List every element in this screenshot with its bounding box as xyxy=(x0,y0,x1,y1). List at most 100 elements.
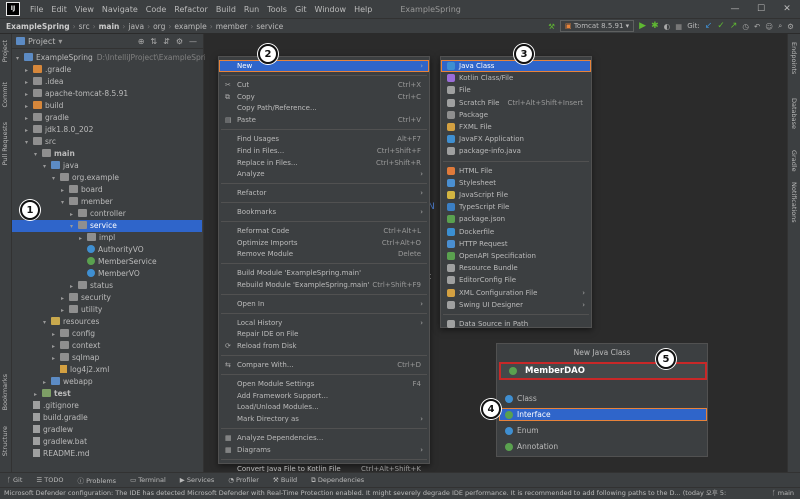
menu-item[interactable]: Swing UI Designer › xyxy=(441,299,591,311)
tree-item[interactable]: ▸ gradle xyxy=(12,112,202,124)
menu-item[interactable]: Kotlin Class/File xyxy=(441,72,591,84)
tree-item[interactable]: ▾ member xyxy=(12,196,202,208)
tree-item[interactable]: MemberVO xyxy=(12,268,202,280)
tab-todo[interactable]: ☰ TODO xyxy=(29,476,70,484)
tree-item[interactable]: ▸ .gradle xyxy=(12,64,202,76)
menu-item[interactable]: package-info.java xyxy=(441,145,591,157)
menu-item[interactable]: Reformat Code Ctrl+Alt+L xyxy=(219,225,429,237)
tool-window-project[interactable]: Project xyxy=(1,40,9,62)
menu-item[interactable]: Optimize Imports Ctrl+Alt+O xyxy=(219,237,429,249)
menu-item[interactable]: Replace in Files... Ctrl+Shift+R xyxy=(219,157,429,169)
breadcrumb-item[interactable]: service xyxy=(254,22,285,31)
menu-edit[interactable]: Edit xyxy=(47,5,71,14)
user-icon[interactable]: ☺ xyxy=(765,22,773,31)
kind-option-class[interactable]: Class xyxy=(499,392,707,405)
hammer-icon[interactable]: ⚒ xyxy=(548,22,555,31)
tool-window-bookmarks[interactable]: Bookmarks xyxy=(1,374,9,410)
kind-option-interface[interactable]: Interface xyxy=(499,408,707,421)
tree-item[interactable]: ▾ service xyxy=(12,220,202,232)
breadcrumb-item[interactable]: member xyxy=(214,22,250,31)
menu-item[interactable]: ▤ Paste Ctrl+V xyxy=(219,114,429,126)
stop-icon[interactable]: ■ xyxy=(675,22,682,31)
menu-item[interactable]: TypeScript File xyxy=(441,201,591,213)
menu-item[interactable]: Stylesheet xyxy=(441,177,591,189)
menu-item[interactable]: Package xyxy=(441,109,591,121)
menu-item[interactable]: FXML File xyxy=(441,121,591,133)
menu-view[interactable]: View xyxy=(71,5,98,14)
tab-problems[interactable]: ⓘ Problems xyxy=(71,475,124,485)
menu-item[interactable]: Build Module 'ExampleSpring.main' xyxy=(219,267,429,279)
tool-window-pull-requests[interactable]: Pull Requests xyxy=(1,122,9,165)
tree-item[interactable]: MemberService xyxy=(12,256,202,268)
menu-window[interactable]: Window xyxy=(311,5,351,14)
menu-item[interactable]: Bookmarks › xyxy=(219,206,429,218)
tree-item[interactable]: ▸ apache-tomcat-8.5.91 xyxy=(12,88,202,100)
menu-item[interactable]: Dockerfile xyxy=(441,226,591,238)
kind-option-annotation[interactable]: Annotation xyxy=(499,440,707,453)
tab-profiler[interactable]: ◔ Profiler xyxy=(221,476,266,484)
tool-window-endpoints[interactable]: Endpoints xyxy=(790,42,798,74)
menu-item[interactable]: Repair IDE on File xyxy=(219,328,429,340)
menu-file[interactable]: File xyxy=(26,5,47,14)
breadcrumb-item[interactable]: src xyxy=(77,22,92,31)
menu-item[interactable]: Refactor › xyxy=(219,187,429,199)
expand-all-icon[interactable]: ⇅ xyxy=(150,37,157,46)
project-panel-title[interactable]: Project xyxy=(28,37,55,46)
menu-git[interactable]: Git xyxy=(291,5,311,14)
menu-refactor[interactable]: Refactor xyxy=(170,5,212,14)
menu-help[interactable]: Help xyxy=(350,5,376,14)
menu-item[interactable]: ⟳ Reload from Disk xyxy=(219,340,429,352)
locate-icon[interactable]: ⊕ xyxy=(138,37,145,46)
menu-item[interactable]: JavaScript File xyxy=(441,189,591,201)
tree-item[interactable]: ▸ .idea xyxy=(12,76,202,88)
tree-item[interactable]: ▸ build xyxy=(12,100,202,112)
git-commit-icon[interactable]: ✓ xyxy=(717,21,725,31)
tree-item[interactable]: ▾ src xyxy=(12,136,202,148)
menu-item[interactable]: JavaFX Application xyxy=(441,133,591,145)
coverage-icon[interactable]: ◐ xyxy=(664,22,671,31)
breadcrumb-item[interactable]: example xyxy=(172,22,208,31)
menu-item[interactable]: Java Class xyxy=(441,60,591,72)
debug-icon[interactable]: ✱ xyxy=(651,21,659,31)
menu-item[interactable]: Open Module Settings F4 xyxy=(219,378,429,390)
tree-item[interactable]: ▾ main xyxy=(12,148,202,160)
tab-services[interactable]: ▶ Services xyxy=(173,476,222,484)
tree-item[interactable]: ▾ resources xyxy=(12,316,202,328)
tree-item[interactable]: gradlew xyxy=(12,424,202,436)
tree-item[interactable]: log4j2.xml xyxy=(12,364,202,376)
menu-item[interactable]: Find Usages Alt+F7 xyxy=(219,133,429,145)
menu-item[interactable]: Remove Module Delete xyxy=(219,248,429,260)
tree-item[interactable]: ▸ impl xyxy=(12,232,202,244)
menu-tools[interactable]: Tools xyxy=(263,5,291,14)
tree-item[interactable]: .gitignore xyxy=(12,400,202,412)
menu-item[interactable]: ▦ Analyze Dependencies... xyxy=(219,432,429,444)
gear-icon[interactable]: ⚙ xyxy=(176,37,183,46)
menu-run[interactable]: Run xyxy=(240,5,263,14)
menu-item[interactable]: ▦ Diagrams › xyxy=(219,444,429,456)
tool-window-commit[interactable]: Commit xyxy=(1,82,9,108)
git-branch[interactable]: ᚴ main xyxy=(772,488,794,499)
git-update-icon[interactable]: ↙ xyxy=(705,21,713,31)
tool-window-structure[interactable]: Structure xyxy=(1,426,9,456)
revert-icon[interactable]: ↶ xyxy=(754,22,760,31)
search-icon[interactable]: ⌕ xyxy=(778,21,782,31)
collapse-all-icon[interactable]: ⇵ xyxy=(163,37,170,46)
gear-icon[interactable]: ⚙ xyxy=(787,22,794,31)
menu-item[interactable]: Load/Unload Modules... xyxy=(219,401,429,413)
tool-window-notifications[interactable]: Notifications xyxy=(790,182,798,223)
menu-item[interactable]: EditorConfig File xyxy=(441,274,591,286)
class-name-input[interactable]: MemberDAO xyxy=(499,362,707,380)
breadcrumb-item[interactable]: org xyxy=(151,22,167,31)
hide-icon[interactable]: — xyxy=(189,37,197,46)
tool-window-database[interactable]: Database xyxy=(790,98,798,129)
menu-item[interactable]: ⇆ Compare With... Ctrl+D xyxy=(219,359,429,371)
status-message[interactable]: Microsoft Defender configuration: The ID… xyxy=(4,489,726,497)
tree-item[interactable]: ▸ board xyxy=(12,184,202,196)
menu-item[interactable]: OpenAPI Specification xyxy=(441,250,591,262)
tree-item[interactable]: ▸ jdk1.8.0_202 xyxy=(12,124,202,136)
tree-item[interactable]: ▸ context xyxy=(12,340,202,352)
menu-item[interactable]: Resource Bundle xyxy=(441,262,591,274)
tree-item[interactable]: ▾ java xyxy=(12,160,202,172)
git-push-icon[interactable]: ↗ xyxy=(730,21,738,31)
run-config-select[interactable]: ▣ Tomcat 8.5.91 ▾ xyxy=(559,20,635,32)
